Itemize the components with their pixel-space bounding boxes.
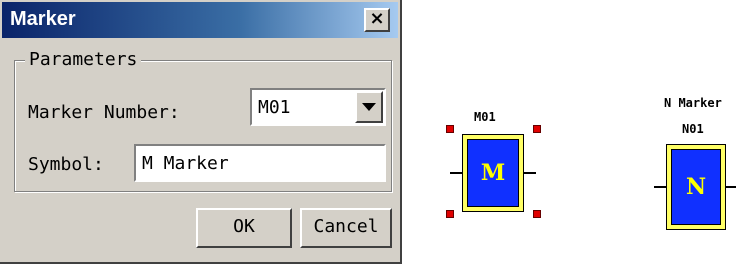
block-n01-symbol-label: N Marker [664,96,722,110]
symbol-input[interactable]: M Marker [134,144,386,182]
parameters-group-label: Parameters [25,49,142,70]
close-icon: × [369,8,385,29]
marker-number-label: Marker Number: [28,102,180,123]
block-m01-output-wire [522,172,536,174]
marker-number-dropdown-button[interactable] [355,91,383,123]
block-m01-letter: M [480,160,506,186]
dialog-titlebar[interactable]: Marker × [2,2,398,38]
marker-number-select[interactable]: M01 [250,88,386,126]
selection-handle-bottom-right[interactable] [533,210,541,218]
ok-button[interactable]: OK [196,208,292,248]
cancel-button[interactable]: Cancel [300,208,392,248]
selection-handle-top-right[interactable] [533,125,541,133]
symbol-label: Symbol: [28,154,104,175]
chevron-down-icon [362,103,376,111]
block-n01[interactable]: N [666,144,726,230]
block-n01-name-label: N01 [682,122,704,136]
block-n01-letter: N [685,174,707,200]
selection-handle-bottom-left[interactable] [446,210,454,218]
selection-handle-top-left[interactable] [446,125,454,133]
marker-number-value: M01 [258,97,291,118]
close-button[interactable]: × [364,8,390,32]
block-m01[interactable]: M [462,134,524,212]
symbol-input-value: M Marker [142,153,229,174]
block-n01-body: N [671,149,721,225]
block-m01-name-label: M01 [474,110,496,124]
marker-dialog: Marker × Parameters Marker Number: M01 S… [0,0,402,264]
block-m01-body: M [467,139,519,207]
dialog-title: Marker [10,8,76,30]
